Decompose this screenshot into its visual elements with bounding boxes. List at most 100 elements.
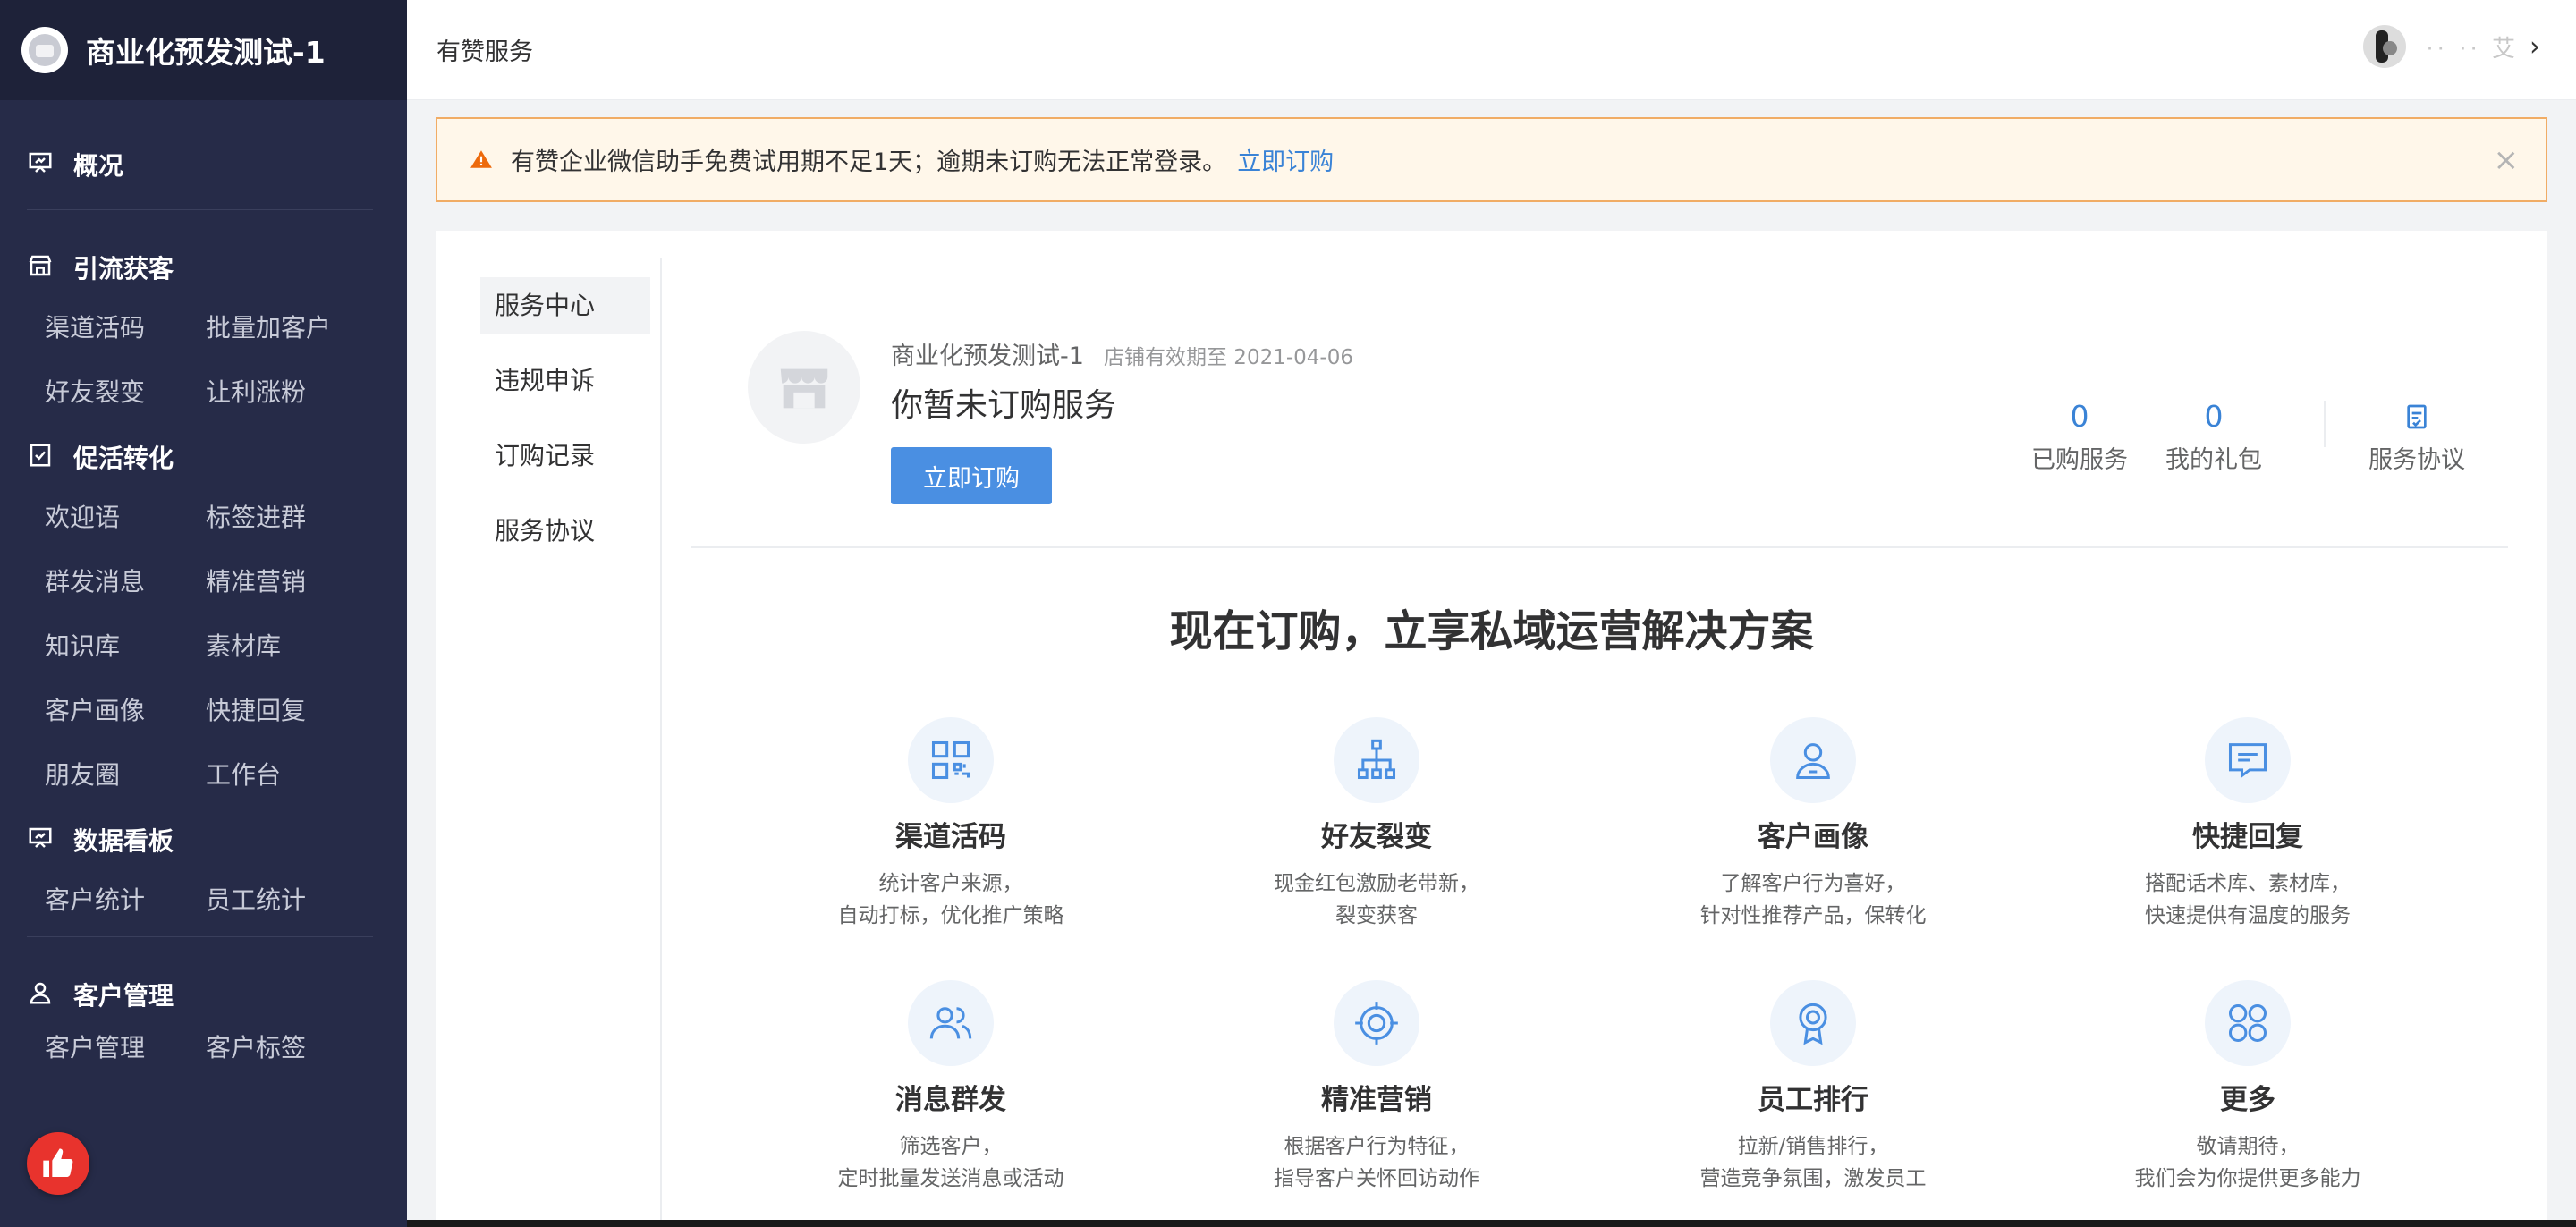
user-name: ·· ·· 艾 [2426,35,2519,63]
feature-quick-reply: 快捷回复 搭配话术库、素材库， 快速提供有温度的服务 [2060,717,2436,932]
sidebar-item-friend-fission[interactable]: 好友裂变 [45,360,206,425]
feature-description: 统计客户来源， 自动打标，优化推广策略 [837,872,1064,927]
sidebar-item-fans[interactable]: 让利涨粉 [206,360,367,425]
divider [27,936,373,937]
profile-icon [1770,717,1856,803]
store-icon [748,331,860,444]
shop-logo-icon [21,27,68,73]
feature-description: 拉新/销售排行， 营造竞争氛围，激发员工 [1699,1135,1927,1190]
stat-label: 已购服务 [2031,446,2128,474]
feature-title: 员工排行 [1758,1084,1868,1116]
nav-items-acquire: 渠道活码 批量加客户 好友裂变 让利涨粉 [45,296,407,425]
divider [691,546,2508,548]
topbar: 有赞服务 ·· ·· 艾 › [407,0,2576,100]
feature-title: 好友裂变 [1321,821,1432,853]
dashboard-icon [27,825,57,855]
alert-order-link[interactable]: 立即订购 [1237,142,1334,177]
nav-section-title: 数据看板 [73,826,174,856]
stat-label: 我的礼包 [2165,446,2262,474]
sidebar-item-welcome[interactable]: 欢迎语 [45,486,206,550]
order-now-button[interactable]: 立即订购 [891,447,1052,504]
feature-title: 精准营销 [1321,1084,1432,1116]
thumbs-up-icon[interactable] [27,1132,89,1195]
sidebar-item-workbench[interactable]: 工作台 [206,743,367,808]
divider [27,209,373,210]
group-icon [908,980,994,1066]
presentation-icon [27,149,57,180]
feature-title: 消息群发 [895,1084,1006,1116]
tab-service-center[interactable]: 服务中心 [480,277,650,334]
avatar [2363,25,2407,68]
sidebar-item-mass-message[interactable]: 群发消息 [45,550,206,614]
alert-message: 有赞企业微信助手免费试用期不足1天；逾期未订购无法正常登录。 [511,148,1227,176]
feature-title: 更多 [2220,1084,2275,1116]
sidebar-item-tag-group[interactable]: 标签进群 [206,486,367,550]
feature-friend-fission: 好友裂变 现金红包激励老带新， 裂变获客 [1189,717,1564,932]
feature-title: 客户画像 [1758,821,1868,853]
store-icon [27,252,57,283]
nav-section-title: 概况 [73,151,124,181]
feature-description: 敬请期待， 我们会为你提供更多能力 [2134,1135,2361,1190]
nav-section-title: 客户管理 [73,981,174,1011]
shop-expire-date: 店铺有效期至 2021-04-06 [1104,346,1353,369]
nav-items-customers: 客户管理 客户标签 [45,1016,407,1080]
divider [2324,401,2326,447]
feature-description: 现金红包激励老带新， 裂变获客 [1274,872,1479,927]
nav-items-dashboard: 客户统计 员工统计 [45,868,407,933]
subscription-status: 你暂未订购服务 [891,387,1117,424]
sidebar-item-customer-manage[interactable]: 客户管理 [45,1016,206,1080]
warning-icon [470,148,495,173]
nav-section-acquire: 引流获客 [0,250,407,285]
stat-value: 0 [2070,399,2089,434]
more-icon [2205,980,2291,1066]
tab-violation-appeal[interactable]: 违规申诉 [480,352,650,410]
stat-label: 服务协议 [2368,446,2465,474]
sidebar-item-channel-qrcode[interactable]: 渠道活码 [45,296,206,360]
feature-customer-profile: 客户画像 了解客户行为喜好， 针对性推荐产品，保转化 [1625,717,2001,932]
sidebar-item-staff-stats[interactable]: 员工统计 [206,868,367,933]
promo-headline: 现在订购，立享私域运营解决方案 [1169,606,1814,656]
feature-description: 根据客户行为特征， 指导客户关怀回访动作 [1274,1135,1479,1190]
purchased-services-stat[interactable]: 0 已购服务 [2024,397,2135,475]
my-gifts-stat[interactable]: 0 我的礼包 [2158,397,2269,475]
sidebar-item-customer-stats[interactable]: 客户统计 [45,868,206,933]
nav-section-dashboard: 数据看板 [0,822,407,858]
sidebar-item-moments[interactable]: 朋友圈 [45,743,206,808]
nav-items-convert: 欢迎语 标签进群 群发消息 精准营销 知识库 素材库 客户画像 快捷回复 朋友圈… [45,486,407,808]
service-agreement-link[interactable]: 服务协议 [2359,397,2475,475]
stat-value: 0 [2204,399,2224,434]
trial-alert: 有赞企业微信助手免费试用期不足1天；逾期未订购无法正常登录。 立即订购 × [436,117,2547,202]
nav-section-title: 引流获客 [73,254,174,283]
sidebar-item-knowledge[interactable]: 知识库 [45,614,206,679]
feature-staff-ranking: 员工排行 拉新/销售排行， 营造竞争氛围，激发员工 [1625,980,2001,1195]
sidebar-item-batch-add[interactable]: 批量加客户 [206,296,367,360]
user-menu[interactable]: ·· ·· 艾 › [2363,25,2540,68]
nav-section-title: 促活转化 [73,444,174,473]
tab-service-agreement[interactable]: 服务协议 [480,503,650,560]
network-icon [1334,717,1419,803]
brand-header[interactable]: 商业化预发测试-1 [0,0,407,100]
sidebar-item-customer-tags[interactable]: 客户标签 [206,1016,367,1080]
feature-description: 搭配话术库、素材库， 快速提供有温度的服务 [2145,872,2351,927]
feature-title: 渠道活码 [895,821,1006,853]
nav-section-customers: 客户管理 [0,977,407,1012]
close-icon[interactable]: × [2494,142,2520,178]
sidebar-item-materials[interactable]: 素材库 [206,614,367,679]
user-icon [27,979,57,1010]
nav-section-overview[interactable]: 概况 [0,147,407,182]
window-bottom-edge [407,1220,2576,1227]
feature-more: 更多 敬请期待， 我们会为你提供更多能力 [2060,980,2436,1195]
sub-navigation: 服务中心 违规申诉 订购记录 服务协议 [480,277,650,578]
nav-section-convert: 促活转化 [0,439,407,475]
tab-order-records[interactable]: 订购记录 [480,427,650,485]
feature-mass-message: 消息群发 筛选客户， 定时批量发送消息或活动 [763,980,1139,1195]
qrcode-icon [908,717,994,803]
shop-name: 商业化预发测试-1 [891,343,1084,370]
feature-title: 快捷回复 [2192,821,2303,853]
medal-icon [1770,980,1856,1066]
sidebar-item-quick-reply[interactable]: 快捷回复 [206,679,367,743]
page-title: 有赞服务 [436,38,533,66]
sidebar-item-customer-profile[interactable]: 客户画像 [45,679,206,743]
sidebar: 商业化预发测试-1 概况 引流获客 渠道活码 批量加客户 好友裂变 让利涨粉 促… [0,0,407,1227]
sidebar-item-precision-marketing[interactable]: 精准营销 [206,550,367,614]
